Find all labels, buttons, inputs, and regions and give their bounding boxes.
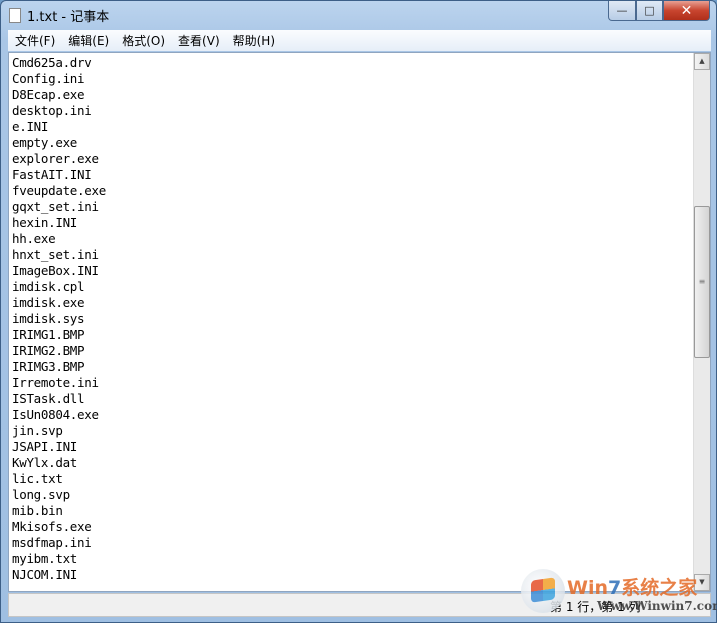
text-line: desktop.ini (12, 103, 92, 118)
text-line: NJCOM.INI (12, 567, 78, 582)
text-line: explorer.exe (12, 151, 99, 166)
close-button[interactable]: ✕ (663, 1, 710, 21)
text-line: jin.svp (12, 423, 63, 438)
text-line: empty.exe (12, 135, 78, 150)
menu-edit[interactable]: 编辑(E) (61, 32, 115, 49)
text-line: hh.exe (12, 231, 56, 246)
text-line: IRIMG3.BMP (12, 359, 85, 374)
menu-help[interactable]: 帮助(H) (226, 32, 281, 49)
text-line: hnxt_set.ini (12, 247, 99, 262)
menu-format[interactable]: 格式(O) (115, 32, 171, 49)
text-line: imdisk.sys (12, 311, 85, 326)
text-line: IsUn0804.exe (12, 407, 99, 422)
window-title: 1.txt - 记事本 (27, 9, 110, 25)
text-line: mib.bin (12, 503, 63, 518)
text-line: ImageBox.INI (12, 263, 99, 278)
text-line: msdfmap.ini (12, 535, 92, 550)
text-editor[interactable]: Cmd625a.drv Config.ini D8Ecap.exe desktop.i… (8, 52, 711, 592)
text-line: lic.txt (12, 471, 63, 486)
text-line: imdisk.exe (12, 295, 85, 310)
menu-view[interactable]: 查看(V) (171, 32, 226, 49)
text-line: D8Ecap.exe (12, 87, 85, 102)
text-line: fveupdate.exe (12, 183, 106, 198)
text-line: hexin.INI (12, 215, 78, 230)
text-line: FastAIT.INI (12, 167, 92, 182)
scroll-thumb[interactable]: ≡ (694, 206, 710, 358)
scroll-down-button[interactable]: ▼ (694, 574, 710, 591)
menu-bar: 文件(F) 编辑(E) 格式(O) 查看(V) 帮助(H) (8, 30, 711, 51)
status-bar: 第 1 行，第 1 列 (8, 593, 711, 617)
text-line: Config.ini (12, 71, 85, 86)
text-line: Cmd625a.drv (12, 55, 92, 70)
text-line: myibm.txt (12, 551, 78, 566)
text-line: imdisk.cpl (12, 279, 85, 294)
text-line: gqxt_set.ini (12, 199, 99, 214)
text-line: Mkisofs.exe (12, 519, 92, 534)
text-line: IRIMG1.BMP (12, 327, 85, 342)
text-line: Irremote.ini (12, 375, 99, 390)
minimize-button[interactable]: — (608, 1, 636, 21)
text-line: KwYlx.dat (12, 455, 78, 470)
text-line: ISTask.dll (12, 391, 85, 406)
scroll-up-button[interactable]: ▲ (694, 53, 710, 70)
text-line: JSAPI.INI (12, 439, 78, 454)
text-line: e.INI (12, 119, 49, 134)
notepad-icon (9, 7, 21, 23)
cursor-position: 第 1 行，第 1 列 (550, 600, 641, 614)
text-line: IRIMG2.BMP (12, 343, 85, 358)
menu-file[interactable]: 文件(F) (8, 32, 61, 49)
text-line: long.svp (12, 487, 70, 502)
title-bar: 1.txt - 记事本 (9, 5, 109, 25)
vertical-scrollbar[interactable]: ▲ ≡ ▼ (693, 53, 710, 591)
maximize-button[interactable]: □ (636, 1, 663, 21)
notepad-window: 1.txt - 记事本 — □ ✕ 文件(F) 编辑(E) 格式(O) 查看(V… (0, 0, 717, 623)
text-content[interactable]: Cmd625a.drv Config.ini D8Ecap.exe desktop.i… (12, 55, 106, 583)
